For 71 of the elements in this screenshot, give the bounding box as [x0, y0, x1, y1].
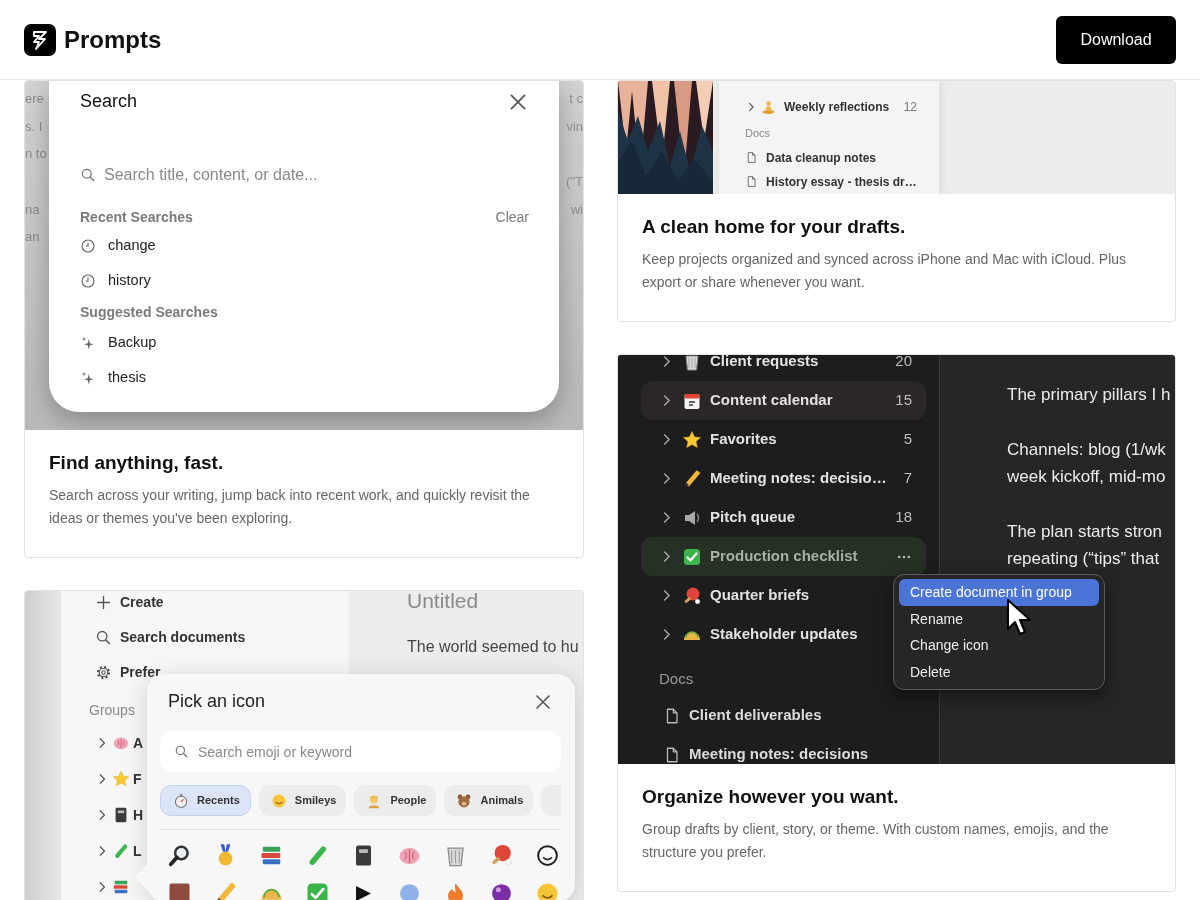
brand-name: Prompts [64, 24, 162, 55]
search-field[interactable]: Search title, content, or date... [104, 163, 484, 187]
menu-item[interactable]: Change icon [899, 632, 1099, 659]
card-title: Organize however you want. [642, 786, 900, 809]
category-tab[interactable]: Recents [160, 785, 251, 816]
card-description: Group drafts by client, story, or theme. With custom names, emojis, and the structure you prefer. [642, 819, 1110, 862]
document-item[interactable]: Data cleanup notes [766, 148, 877, 167]
background-text: an [25, 228, 40, 246]
section-heading: Recent Searches [80, 208, 193, 227]
background-text: ("T [566, 173, 583, 191]
group-name[interactable]: L [133, 840, 142, 862]
document-text: The plan starts stron [1007, 521, 1162, 543]
card-title: A clean home for your drafts. [642, 216, 907, 239]
background-text: na [25, 200, 40, 219]
recent-search-item[interactable]: change [108, 234, 156, 257]
background-text: wi [570, 200, 583, 219]
item-count: 18 [895, 507, 912, 528]
menu-item[interactable]: Create document in group [899, 579, 1099, 606]
document-title: Untitled [407, 591, 480, 614]
group-name[interactable]: H [133, 804, 144, 826]
sidebar-item[interactable]: Prefer [120, 662, 161, 683]
card-title: Find anything, fast. [49, 452, 225, 475]
background-text: n to [25, 145, 47, 163]
menu-item[interactable]: Rename [899, 605, 1099, 632]
group-name[interactable]: Stakeholder updates [710, 623, 858, 646]
background-text: s. I [25, 117, 43, 136]
item-count: 20 [895, 355, 912, 372]
group-name[interactable]: Pitch queue [710, 506, 795, 529]
group-name[interactable]: Quarter briefs [710, 584, 810, 607]
card-description: Keep projects organized and synced across iPhone and Mac with iCloud. Plus export or share whenever you want. [642, 249, 1128, 292]
document-text: repeating (“tips” that [1007, 548, 1160, 570]
sidebar-item[interactable]: Create [120, 592, 164, 613]
section-heading: Groups [89, 701, 135, 720]
dialog-title: Search [80, 90, 138, 113]
recent-search-item[interactable]: history [108, 269, 151, 292]
suggested-search-item[interactable]: thesis [108, 366, 146, 389]
group-name[interactable]: Favorites [710, 428, 777, 451]
document-text: The primary pillars I h [1007, 384, 1171, 406]
download-button[interactable]: Download [1056, 15, 1176, 64]
item-count: 12 [903, 99, 917, 116]
group-row[interactable]: Content calendar 15 [641, 381, 926, 420]
document-text: The world seemed to hu [407, 636, 579, 657]
group-name[interactable]: Client requests [710, 355, 819, 373]
background-text: t c [569, 90, 583, 108]
item-count: 15 [895, 390, 912, 411]
category-tab[interactable]: People [354, 785, 437, 816]
section-heading: Docs [745, 126, 772, 141]
background-text: vin [566, 117, 583, 136]
category-tab[interactable]: Animals [444, 785, 534, 816]
group-name[interactable]: F [133, 768, 142, 790]
clear-button[interactable]: Clear [495, 207, 529, 228]
dialog-title: Pick an icon [168, 690, 266, 713]
group-name[interactable]: Meeting notes: decisio… [710, 467, 887, 490]
background-text: ere [25, 90, 44, 108]
menu-item[interactable]: Delete [899, 658, 1099, 685]
section-heading: Suggested Searches [80, 303, 218, 322]
document-text: Channels: blog (1/wk [1007, 439, 1166, 461]
document-item[interactable]: Client deliverables [689, 704, 822, 727]
group-row[interactable]: Production checklist [641, 537, 926, 576]
suggested-search-item[interactable]: Backup [108, 331, 157, 354]
sidebar-item[interactable]: Search documents [120, 627, 246, 648]
item-count: 7 [903, 468, 912, 489]
search-field[interactable]: Search emoji or keyword [160, 731, 561, 772]
group-name[interactable]: Weekly reflections [784, 98, 890, 116]
category-tab[interactable]: Smileys [258, 785, 347, 816]
document-text: week kickoff, mid-mo [1007, 466, 1166, 488]
document-item[interactable]: History essay - thesis dr… [766, 172, 917, 191]
card-description: Search across your writing, jump back into recent work, and quickly revisit the ideas or themes you've been exploring. [49, 485, 531, 528]
group-name[interactable]: A [133, 732, 144, 754]
document-item[interactable]: Meeting notes: decisions [689, 743, 869, 764]
item-count: 5 [903, 429, 912, 450]
